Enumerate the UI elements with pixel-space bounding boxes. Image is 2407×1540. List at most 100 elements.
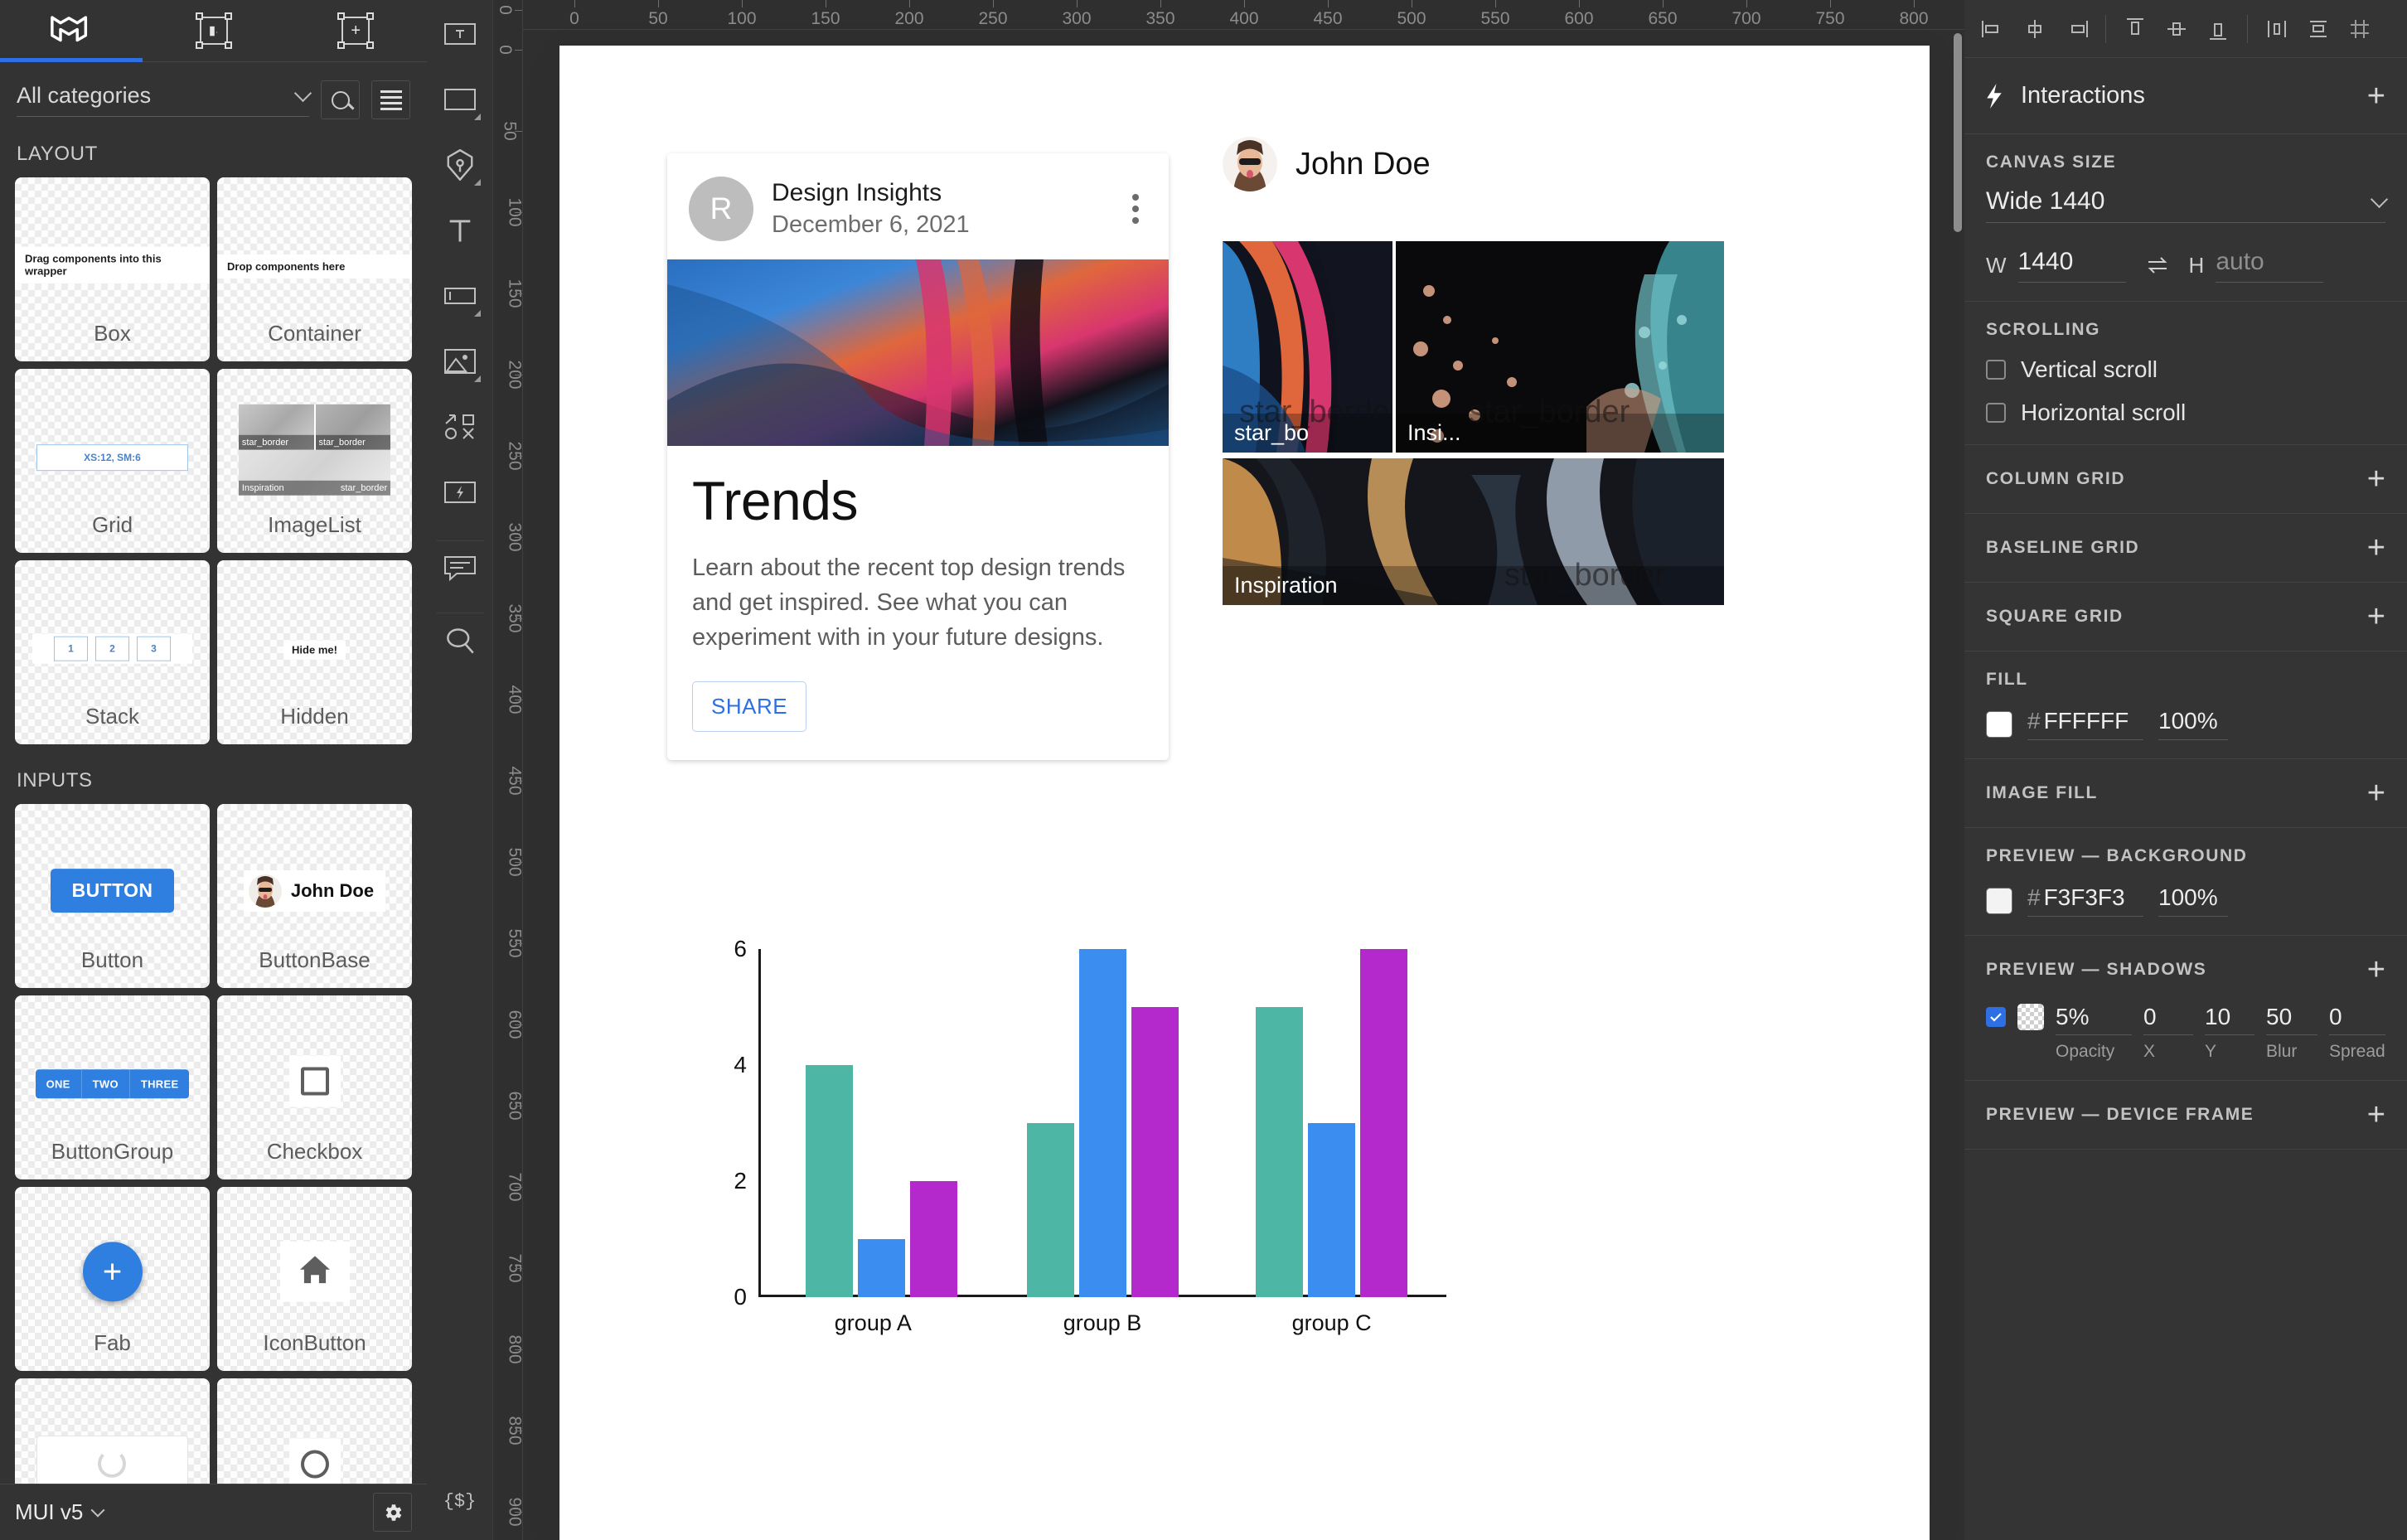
- input-tool[interactable]: [436, 272, 484, 320]
- component-card-stack[interactable]: 1 2 3 Stack: [15, 560, 210, 744]
- shadow-y-value[interactable]: 10: [2205, 1004, 2254, 1035]
- component-card-imagelist[interactable]: star_border star_border Inspiration star…: [217, 369, 412, 553]
- tidy-up-icon[interactable]: [2342, 11, 2378, 47]
- component-name: ButtonBase: [259, 947, 370, 972]
- component-card-box[interactable]: Drag components into this wrapper Box: [15, 177, 210, 361]
- component-card-grid[interactable]: XS:12, SM:6 Grid: [15, 369, 210, 553]
- chart-bar[interactable]: [857, 1239, 905, 1297]
- tab-add-component[interactable]: +: [284, 0, 427, 61]
- rectangle-tool[interactable]: [436, 75, 484, 123]
- canvas-size-preset-select[interactable]: Wide 1440: [1986, 187, 2389, 223]
- chart-bar[interactable]: [1131, 1007, 1179, 1297]
- width-input[interactable]: 1440: [2017, 248, 2126, 283]
- component-card-checkbox[interactable]: Checkbox: [217, 995, 412, 1179]
- component-card-button[interactable]: BUTTON Button: [15, 804, 210, 988]
- chart-bar[interactable]: [1308, 1123, 1356, 1297]
- fill-opacity-input[interactable]: 100%: [2158, 708, 2228, 740]
- list-view-button[interactable]: [371, 80, 410, 119]
- chart-bar[interactable]: [1026, 1123, 1074, 1297]
- fill-hex-input[interactable]: # FFFFFF: [2027, 708, 2143, 740]
- post-card[interactable]: R Design Insights December 6, 2021 Trend…: [667, 153, 1169, 761]
- image-list-tile[interactable]: Insi... star_border: [1396, 241, 1724, 453]
- artboard[interactable]: R Design Insights December 6, 2021 Trend…: [559, 46, 1930, 1540]
- image-tool[interactable]: [436, 337, 484, 385]
- horizontal-scroll-checkbox[interactable]: Horizontal scroll: [1986, 400, 2385, 426]
- ruler-mark: [1328, 0, 1329, 7]
- preview-background-hex-input[interactable]: # F3F3F3: [2027, 884, 2143, 917]
- chart-bar[interactable]: [909, 1181, 957, 1297]
- bar-chart[interactable]: 0 2 4 6 group A group B group C: [709, 936, 1538, 1355]
- align-right-icon[interactable]: [2058, 11, 2095, 47]
- align-vertical-center-icon[interactable]: [2158, 11, 2195, 47]
- add-column-grid-button[interactable]: +: [2367, 463, 2385, 495]
- vertical-scroll-checkbox[interactable]: Vertical scroll: [1986, 356, 2385, 383]
- shadow-opacity-value[interactable]: 5%: [2056, 1004, 2132, 1035]
- code-tool[interactable]: {$}: [436, 1477, 484, 1525]
- height-input[interactable]: auto: [2216, 248, 2324, 283]
- shadow-color-swatch[interactable]: [2017, 1004, 2044, 1030]
- mui-version-select[interactable]: MUI v5: [15, 1499, 105, 1525]
- shadow-enabled-checkbox[interactable]: [1986, 1007, 2006, 1027]
- component-tool[interactable]: [436, 403, 484, 451]
- preview-background-swatch[interactable]: [1986, 887, 2012, 914]
- zoom-tool[interactable]: [435, 613, 484, 661]
- tab-components[interactable]: ▮·: [143, 0, 285, 61]
- interaction-tool[interactable]: [436, 468, 484, 516]
- comment-tool[interactable]: [435, 540, 484, 588]
- chart-bar[interactable]: [1256, 1007, 1304, 1297]
- swap-icon[interactable]: [2146, 256, 2169, 274]
- text-tool[interactable]: [436, 206, 484, 254]
- image-list-tile[interactable]: Inspiration star_border: [1223, 458, 1724, 605]
- text-box-tool[interactable]: [436, 10, 484, 58]
- align-bottom-icon[interactable]: [2200, 11, 2236, 47]
- category-select[interactable]: All categories: [17, 83, 312, 117]
- shadow-x-value[interactable]: 0: [2143, 1004, 2193, 1035]
- fab-preview: +: [15, 1242, 210, 1302]
- add-image-fill-button[interactable]: +: [2367, 777, 2385, 809]
- component-card-container[interactable]: Drop components here Container: [217, 177, 412, 361]
- align-top-icon[interactable]: [2117, 11, 2153, 47]
- pen-tool[interactable]: [436, 141, 484, 189]
- component-card-buttonbase[interactable]: John Doe ButtonBase: [217, 804, 412, 988]
- distribute-horizontal-icon[interactable]: [2259, 11, 2295, 47]
- add-shadow-button[interactable]: +: [2367, 954, 2385, 986]
- component-card-fab[interactable]: + Fab: [15, 1187, 210, 1371]
- chart-bar[interactable]: [1078, 949, 1126, 1297]
- component-palette[interactable]: LAYOUT Drag components into this wrapper…: [0, 133, 427, 1484]
- canvas-scrollbar-vertical[interactable]: [1954, 33, 1962, 232]
- canvas-area[interactable]: 0050100150200250300350400450500550600650…: [493, 0, 1964, 1540]
- more-vert-icon[interactable]: [1124, 189, 1147, 229]
- ruler-mark: [742, 0, 743, 7]
- share-button[interactable]: SHARE: [692, 681, 807, 733]
- add-interaction-button[interactable]: +: [2367, 80, 2385, 112]
- search-button[interactable]: [321, 80, 360, 119]
- x-axis-tick-label: group A: [834, 1310, 912, 1335]
- component-card-iconbutton[interactable]: IconButton: [217, 1187, 412, 1371]
- add-baseline-grid-button[interactable]: +: [2367, 532, 2385, 564]
- lightning-icon: [1987, 83, 2002, 109]
- image-list-tile[interactable]: star_bo star_border: [1223, 241, 1392, 453]
- imagelist-tile: star_border: [238, 404, 314, 450]
- tab-mui-logo[interactable]: [0, 0, 143, 61]
- chart-bar[interactable]: [1360, 949, 1408, 1297]
- buttongroup-item: TWO: [82, 1069, 130, 1099]
- preview-background-opacity-input[interactable]: 100%: [2158, 884, 2228, 917]
- fill-color-swatch[interactable]: [1986, 710, 2012, 738]
- ruler-mark: [515, 10, 522, 11]
- component-card-progress-circular[interactable]: [217, 1378, 412, 1484]
- shadow-spread-value[interactable]: 0: [2329, 1004, 2385, 1035]
- align-left-icon[interactable]: [1975, 11, 2012, 47]
- ruler-tick-h: 450: [1313, 9, 1343, 28]
- shadow-blur-value[interactable]: 50: [2266, 1004, 2317, 1035]
- align-horizontal-center-icon[interactable]: [2017, 11, 2053, 47]
- interactions-section[interactable]: Interactions +: [1964, 58, 2407, 134]
- chart-bar[interactable]: [805, 1065, 853, 1297]
- component-card-progress-linear[interactable]: [15, 1378, 210, 1484]
- component-card-buttongroup[interactable]: ONE TWO THREE ButtonGroup: [15, 995, 210, 1179]
- add-device-frame-button[interactable]: +: [2367, 1099, 2385, 1131]
- component-card-hidden[interactable]: Hide me! Hidden: [217, 560, 412, 744]
- user-row[interactable]: John Doe: [1223, 137, 1724, 191]
- settings-button[interactable]: [373, 1493, 412, 1532]
- distribute-vertical-icon[interactable]: [2300, 11, 2337, 47]
- add-square-grid-button[interactable]: +: [2367, 601, 2385, 632]
